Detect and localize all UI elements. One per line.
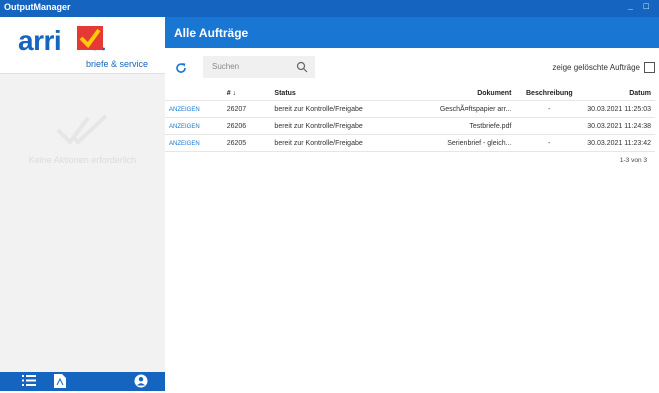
list-icon[interactable]	[22, 374, 38, 388]
logo-divider	[0, 73, 165, 74]
done-all-icon	[56, 112, 110, 153]
logo: arria briefe & service	[0, 17, 165, 73]
order-id: 26207	[222, 100, 271, 118]
sidebar: arria briefe & service Keine Aktionen er…	[0, 17, 165, 391]
order-date: 30.03.2021 11:24:38	[583, 117, 655, 135]
search-icon[interactable]	[296, 60, 308, 78]
order-id: 26205	[222, 134, 271, 152]
order-date: 30.03.2021 11:25:03	[583, 100, 655, 118]
order-document: GeschÃ¤ftspapier arr...	[407, 100, 516, 118]
order-date: 30.03.2021 11:23:42	[583, 134, 655, 152]
window-title: OutputManager	[4, 2, 71, 12]
col-status[interactable]: Status	[270, 86, 408, 101]
user-icon[interactable]	[134, 374, 150, 388]
search-input[interactable]: Suchen	[203, 56, 315, 78]
order-description: -	[515, 100, 584, 118]
order-document: Serienbrief - gleich...	[407, 134, 516, 152]
table-row: ANZEIGEN 26206 bereit zur Kontrolle/Frei…	[165, 117, 655, 135]
order-document: Testbriefe.pdf	[407, 117, 516, 135]
view-link[interactable]: ANZEIGEN	[169, 107, 200, 113]
logo-checkmark-icon	[77, 26, 103, 50]
order-status: bereit zur Kontrolle/Freigabe	[270, 117, 408, 135]
col-action	[165, 86, 223, 101]
col-id[interactable]: # ↓	[222, 86, 271, 101]
page-header: Alle Aufträge	[165, 17, 659, 48]
col-description[interactable]: Beschreibung	[515, 86, 584, 101]
main-content: Alle Aufträge Suchen zeige gelöschte Auf…	[165, 17, 659, 391]
table-row: ANZEIGEN 26205 bereit zur Kontrolle/Frei…	[165, 134, 655, 152]
show-deleted-checkbox[interactable]	[644, 62, 655, 73]
table-header-row: # ↓ Status Dokument Beschreibung Datum	[165, 86, 655, 101]
pdf-icon[interactable]	[54, 374, 70, 388]
view-link[interactable]: ANZEIGEN	[169, 124, 200, 130]
col-document[interactable]: Dokument	[407, 86, 516, 101]
order-status: bereit zur Kontrolle/Freigabe	[270, 100, 408, 118]
show-deleted-label: zeige gelöschte Aufträge	[552, 63, 640, 72]
order-description	[515, 117, 584, 135]
col-date[interactable]: Datum	[583, 86, 655, 101]
logo-subtitle: briefe & service	[85, 59, 148, 69]
order-description: -	[515, 134, 584, 152]
search-placeholder: Suchen	[212, 62, 240, 71]
view-link[interactable]: ANZEIGEN	[169, 141, 200, 147]
show-deleted-toggle[interactable]: zeige gelöschte Aufträge	[552, 62, 655, 73]
window-controls[interactable]: _ □	[628, 1, 653, 11]
empty-actions-text: Keine Aktionen erforderlich	[28, 155, 137, 165]
refresh-icon[interactable]	[175, 61, 187, 73]
bottom-nav	[0, 372, 165, 391]
pagination-info: 1-3 von 3	[619, 157, 647, 164]
orders-table: # ↓ Status Dokument Beschreibung Datum A…	[165, 86, 655, 152]
table-row: ANZEIGEN 26207 bereit zur Kontrolle/Frei…	[165, 100, 655, 118]
order-status: bereit zur Kontrolle/Freigabe	[270, 134, 408, 152]
page-title: Alle Aufträge	[174, 26, 249, 40]
window-titlebar: OutputManager _ □	[0, 0, 659, 17]
order-id: 26206	[222, 117, 271, 135]
